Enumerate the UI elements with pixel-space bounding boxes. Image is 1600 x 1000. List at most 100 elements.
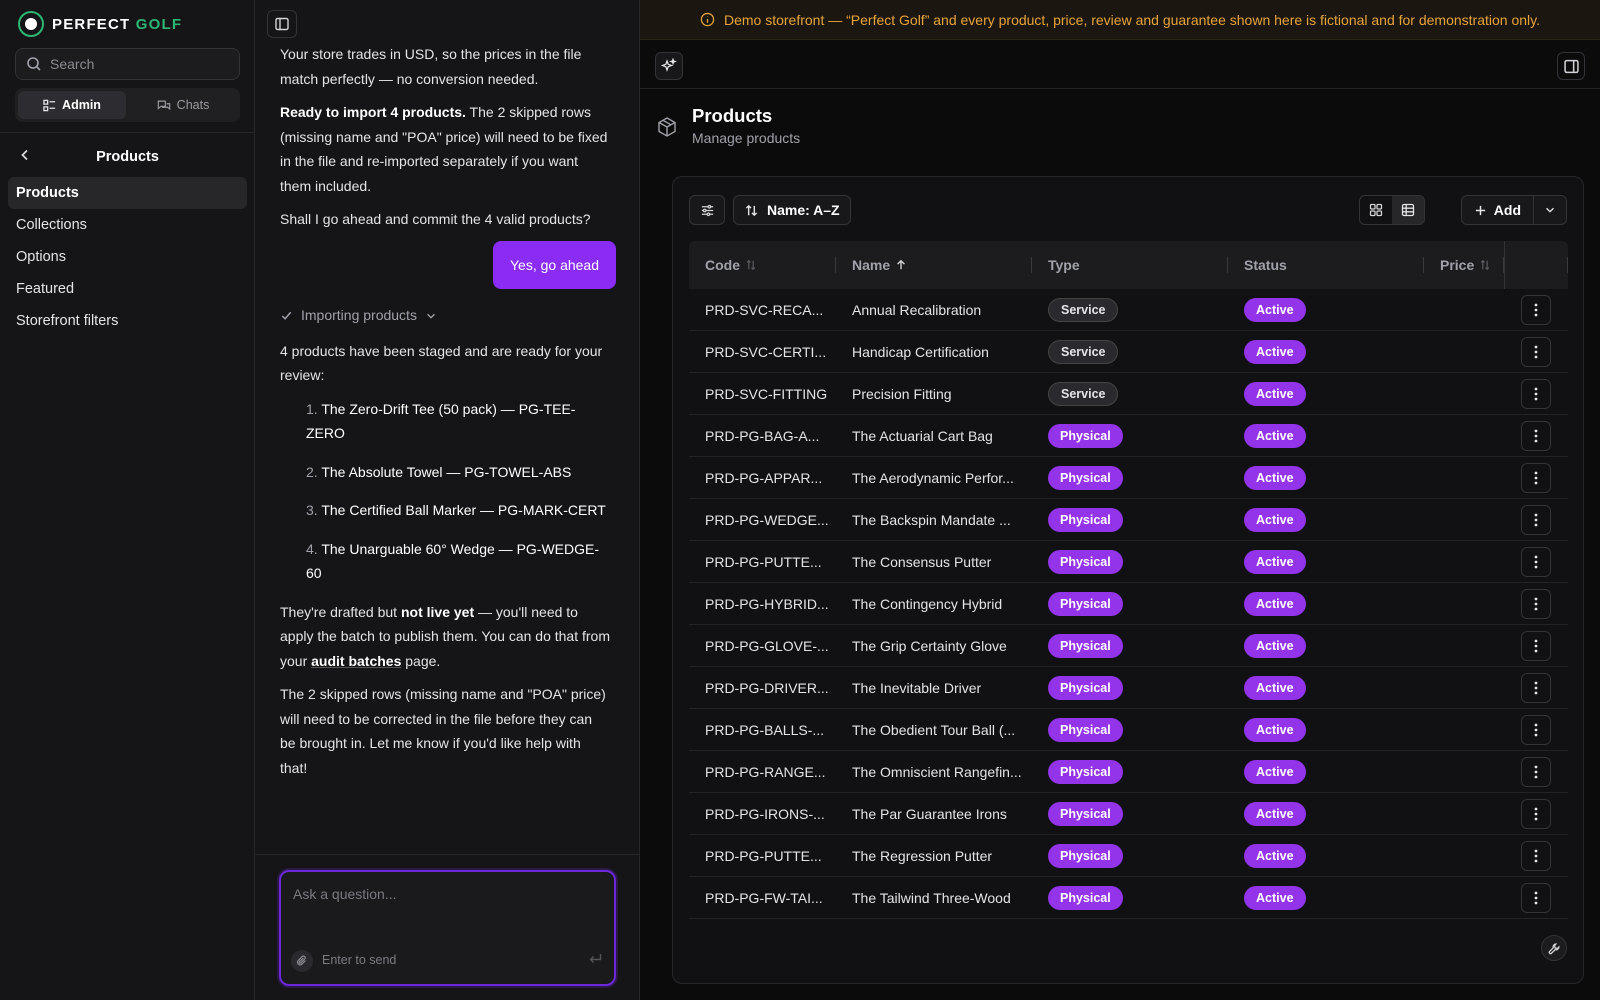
table-row[interactable]: PRD-PG-PUTTE... The Regression Putter Phys…: [689, 835, 1568, 877]
top-toolbar: [640, 40, 1600, 89]
row-actions-button[interactable]: [1521, 630, 1551, 661]
type-badge: Physical: [1048, 591, 1123, 616]
type-cell: Physical: [1032, 423, 1228, 448]
devtools-button[interactable]: [1541, 935, 1567, 961]
more-vertical-icon: [1534, 639, 1538, 652]
info-icon: [700, 12, 715, 27]
product-code: PRD-SVC-CERTI...: [705, 343, 827, 360]
actions-cell: [1504, 840, 1568, 871]
sidebar-item-featured[interactable]: Featured: [8, 273, 247, 305]
column-header-price[interactable]: Price: [1424, 241, 1504, 289]
tool-call-toggle[interactable]: Importing products: [280, 303, 610, 329]
add-button[interactable]: Add: [1462, 196, 1534, 224]
table-row[interactable]: PRD-SVC-RECA... Annual Recalibration Servi…: [689, 289, 1568, 331]
add-options-button[interactable]: [1534, 196, 1566, 224]
table-row[interactable]: PRD-PG-HYBRID... The Contingency Hybrid Ph…: [689, 583, 1568, 625]
sidebar-item-products[interactable]: Products: [8, 177, 247, 209]
ai-assistant-button[interactable]: [655, 52, 683, 80]
row-actions-button[interactable]: [1521, 420, 1551, 451]
brand-logo[interactable]: PERFECT GOLF: [18, 11, 182, 37]
chevron-down-icon: [1546, 207, 1554, 213]
sidebar-item-collections[interactable]: Collections: [8, 209, 247, 241]
actions-cell: [1504, 336, 1568, 367]
tab-admin[interactable]: Admin: [18, 91, 126, 119]
row-actions-button[interactable]: [1521, 798, 1551, 829]
table-row[interactable]: PRD-SVC-FITTING Precision Fitting Service A…: [689, 373, 1568, 415]
row-actions-button[interactable]: [1521, 840, 1551, 871]
more-vertical-icon: [1534, 303, 1538, 316]
row-actions-button[interactable]: [1521, 378, 1551, 409]
row-actions-button[interactable]: [1521, 462, 1551, 493]
type-cell: Physical: [1032, 633, 1228, 658]
row-actions-button[interactable]: [1521, 672, 1551, 703]
column-header-actions: [1504, 241, 1568, 289]
column-header-code[interactable]: Code: [689, 241, 836, 289]
more-vertical-icon: [1534, 345, 1538, 358]
more-vertical-icon: [1534, 387, 1538, 400]
sidebar-item-storefront-filters[interactable]: Storefront filters: [8, 305, 247, 337]
product-name: The Actuarial Cart Bag: [852, 427, 993, 444]
product-name: The Obedient Tour Ball (...: [852, 721, 1016, 738]
table-row[interactable]: PRD-SVC-CERTI... Handicap Certification Se…: [689, 331, 1568, 373]
chat-composer[interactable]: Ask a question... Enter to send: [279, 870, 616, 986]
sort-arrows-icon: [745, 204, 758, 216]
send-button[interactable]: [588, 952, 602, 968]
toggle-sidebar-button[interactable]: [267, 10, 297, 38]
type-badge: Service: [1048, 339, 1119, 364]
column-header-type[interactable]: Type: [1032, 241, 1228, 289]
attach-button[interactable]: [291, 950, 313, 972]
more-vertical-icon: [1534, 807, 1538, 820]
table-row[interactable]: PRD-PG-DRIVER... The Inevitable Driver Phy…: [689, 667, 1568, 709]
row-actions-button[interactable]: [1521, 504, 1551, 535]
table-row[interactable]: PRD-PG-PUTTE... The Consensus Putter Physi…: [689, 541, 1568, 583]
user-message: Yes, go ahead: [280, 240, 616, 289]
product-code: PRD-PG-PUTTE...: [705, 553, 822, 570]
filter-button[interactable]: [689, 195, 725, 225]
product-code: PRD-PG-BALLS-...: [705, 721, 825, 738]
row-actions-button[interactable]: [1521, 336, 1551, 367]
table-row[interactable]: PRD-PG-APPAR... The Aerodynamic Perfor...…: [689, 457, 1568, 499]
row-actions-button[interactable]: [1521, 756, 1551, 787]
sort-label: Name: A–Z: [767, 202, 840, 218]
chat-input[interactable]: Ask a question...: [293, 886, 397, 902]
table-view-button[interactable]: [1392, 196, 1424, 224]
audit-batches-link[interactable]: audit batches: [311, 653, 401, 669]
table-row[interactable]: PRD-PG-BALLS-... The Obedient Tour Ball (…: [689, 709, 1568, 751]
sort-button[interactable]: Name: A–Z: [733, 195, 851, 225]
grid-view-button[interactable]: [1360, 196, 1392, 224]
status-badge: Active: [1244, 381, 1306, 406]
table-header: Code Name Type Status Price: [689, 241, 1568, 289]
status-badge: Active: [1244, 465, 1306, 490]
banner-text: Demo storefront — “Perfect Golf” and eve…: [723, 11, 1541, 28]
table-row[interactable]: PRD-PG-FW-TAI... The Tailwind Three-Wood P…: [689, 877, 1568, 919]
table-row[interactable]: PRD-PG-RANGE... The Omniscient Rangefin..…: [689, 751, 1568, 793]
row-actions-button[interactable]: [1521, 714, 1551, 745]
chat-bubbles-icon: [157, 100, 170, 110]
sidebar-item-options[interactable]: Options: [8, 241, 247, 273]
actions-cell: [1504, 588, 1568, 619]
row-actions-button[interactable]: [1521, 294, 1551, 325]
more-vertical-icon: [1534, 891, 1538, 904]
toggle-panel-button[interactable]: [1557, 52, 1585, 80]
search-input[interactable]: Search: [15, 48, 240, 80]
row-actions-button[interactable]: [1521, 588, 1551, 619]
row-actions-button[interactable]: [1521, 882, 1551, 913]
more-vertical-icon: [1534, 597, 1538, 610]
column-header-status[interactable]: Status: [1228, 241, 1424, 289]
row-actions-button[interactable]: [1521, 546, 1551, 577]
table-row[interactable]: PRD-PG-IRONS-... The Par Guarantee Irons P…: [689, 793, 1568, 835]
column-header-name[interactable]: Name: [836, 241, 1032, 289]
table-row[interactable]: PRD-PG-BAG-A... The Actuarial Cart Bag Phy…: [689, 415, 1568, 457]
chat-transcript: Your store trades in USD, so the prices …: [280, 42, 616, 789]
status-badge: Active: [1244, 843, 1306, 868]
logo-icon: [18, 11, 44, 37]
type-cell: Physical: [1032, 549, 1228, 574]
sidebar-section-title: Products: [96, 149, 159, 165]
tab-chats[interactable]: Chats: [129, 91, 237, 119]
type-cell: Physical: [1032, 843, 1228, 868]
table-row[interactable]: PRD-PG-GLOVE-... The Grip Certainty Glove…: [689, 625, 1568, 667]
table-row[interactable]: PRD-PG-WEDGE... The Backspin Mandate ... P…: [689, 499, 1568, 541]
column-label: Code: [705, 257, 740, 273]
user-message-text: Yes, go ahead: [492, 240, 616, 289]
status-cell: Active: [1228, 633, 1424, 658]
